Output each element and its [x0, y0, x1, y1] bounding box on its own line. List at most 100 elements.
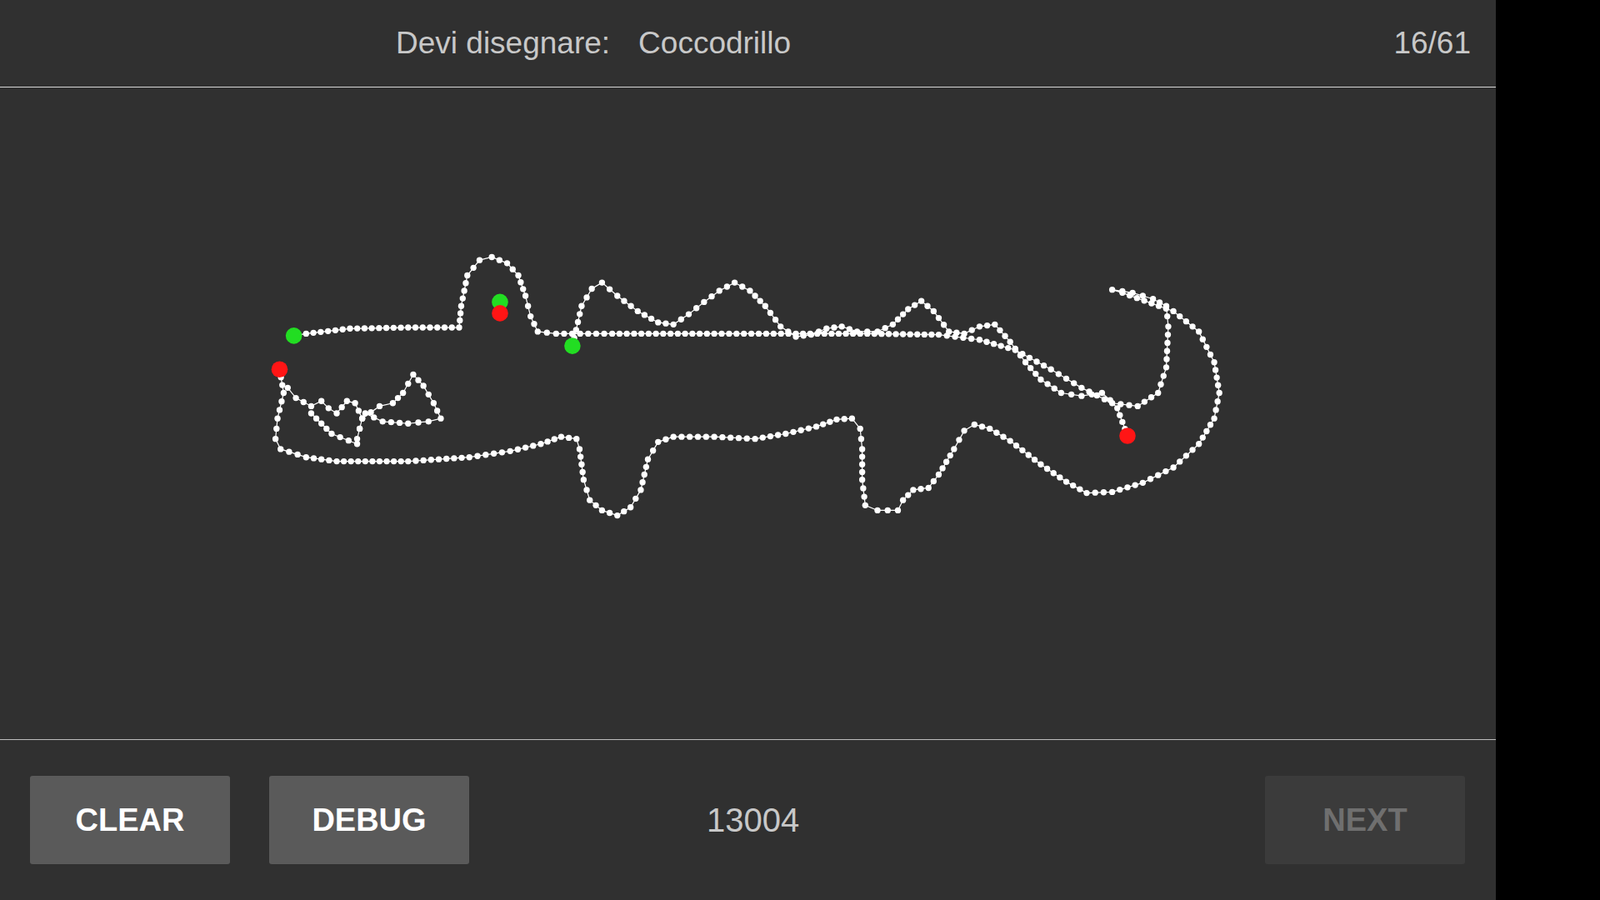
- stroke-dot: [325, 405, 332, 411]
- drawing-canvas[interactable]: [0, 87, 1496, 740]
- stroke-dot: [895, 316, 901, 323]
- stroke-dot: [530, 442, 536, 449]
- stroke-dot: [918, 297, 925, 304]
- stroke-dot: [1131, 481, 1138, 488]
- stroke-dot: [792, 333, 799, 340]
- stroke-dot: [862, 502, 869, 509]
- stroke-dot: [415, 376, 421, 383]
- stroke-dot: [520, 285, 526, 292]
- stroke-dot: [1195, 440, 1202, 447]
- stroke-dot: [1025, 451, 1032, 458]
- stroke-dot: [703, 434, 710, 440]
- stroke-dot: [645, 330, 652, 337]
- stroke-dot: [1147, 475, 1154, 482]
- stroke-dot: [655, 439, 661, 445]
- stroke-dot: [1163, 305, 1170, 312]
- stroke-dot: [308, 410, 315, 416]
- stroke-dot: [930, 478, 937, 485]
- stroke-dot: [355, 458, 361, 465]
- stroke-dot: [573, 435, 580, 442]
- stroke-dot: [356, 425, 363, 432]
- stroke-dot: [1210, 415, 1217, 421]
- stroke-dot: [1027, 365, 1034, 371]
- stroke-dot: [670, 321, 676, 328]
- stroke: [491, 294, 509, 322]
- stroke-dot: [294, 451, 300, 458]
- stroke-dot: [638, 330, 645, 337]
- stroke-dot: [914, 331, 920, 338]
- stroke-dot: [300, 399, 307, 405]
- stroke-dot: [1212, 366, 1219, 373]
- stroke-dot: [841, 415, 848, 422]
- stroke-dot: [1189, 446, 1195, 453]
- stroke-dot: [470, 265, 476, 271]
- stroke-dot: [678, 434, 685, 440]
- stroke-dot: [858, 435, 865, 442]
- stroke-dot: [969, 326, 975, 333]
- stroke-dot: [1140, 480, 1146, 486]
- stroke: [285, 371, 445, 443]
- stroke-dot: [460, 287, 467, 294]
- stroke-dot: [383, 325, 390, 331]
- stroke-dot: [606, 285, 613, 292]
- stroke-dot: [900, 497, 906, 504]
- stroke-dot: [1189, 323, 1195, 330]
- score: 13004: [508, 801, 1226, 840]
- drawing[interactable]: [0, 87, 1496, 740]
- stroke-dot: [376, 403, 383, 410]
- stroke-dot: [830, 324, 837, 330]
- stroke-start-marker: [285, 327, 303, 345]
- stroke-dot: [351, 400, 358, 406]
- stroke-dot: [805, 425, 812, 431]
- stroke-dot: [1078, 392, 1085, 399]
- stroke-dot: [458, 455, 465, 461]
- stroke-dot: [935, 315, 942, 321]
- stroke-dot: [359, 415, 365, 421]
- stroke-dot: [578, 461, 585, 468]
- stroke-dot: [420, 324, 426, 330]
- stroke-dot: [667, 330, 674, 337]
- stroke-dot: [724, 283, 730, 290]
- stroke-dot: [1141, 398, 1148, 405]
- stroke-dot: [735, 435, 742, 441]
- action-button[interactable]: CLEAR: [30, 775, 230, 865]
- stroke-dot: [1119, 419, 1125, 425]
- side-strip: [1495, 0, 1600, 900]
- stroke-dot: [430, 400, 437, 406]
- stroke-dot: [986, 425, 993, 432]
- stroke-dot: [332, 327, 339, 334]
- stroke-dot: [383, 458, 390, 465]
- stroke-dot: [450, 455, 457, 461]
- action-button[interactable]: DEBUG: [269, 775, 470, 865]
- stroke-dot: [354, 325, 360, 331]
- stroke-dot: [857, 425, 864, 432]
- stroke-dot: [1207, 351, 1214, 358]
- stroke-dot: [325, 457, 332, 464]
- stroke-dot: [1031, 456, 1038, 463]
- stroke-dot: [859, 469, 865, 475]
- stroke-dot: [718, 330, 725, 337]
- stroke-dot: [614, 292, 620, 299]
- stroke-dot: [368, 325, 375, 331]
- stroke-dot: [449, 324, 455, 330]
- stroke-dot: [637, 486, 644, 493]
- stroke-dot: [544, 438, 550, 445]
- stroke-dot: [940, 321, 947, 328]
- stroke-dot: [641, 471, 648, 478]
- stroke-dot: [652, 330, 659, 337]
- stroke-dot: [939, 465, 945, 471]
- stroke-dot: [318, 398, 325, 405]
- stroke-dot: [1155, 390, 1161, 396]
- stroke-dot: [1116, 411, 1123, 418]
- stroke-dot: [1183, 318, 1190, 325]
- stroke-dot: [1070, 482, 1076, 489]
- next-button[interactable]: NEXT: [1265, 775, 1465, 865]
- stroke-dot: [1044, 465, 1050, 472]
- stroke-dot: [474, 453, 480, 460]
- stroke-dot: [390, 458, 397, 465]
- stroke-dot: [415, 419, 421, 425]
- stroke-dot: [273, 425, 280, 432]
- stroke-dot: [1037, 376, 1044, 383]
- stroke-dot: [395, 395, 401, 401]
- stroke-dot: [525, 303, 531, 310]
